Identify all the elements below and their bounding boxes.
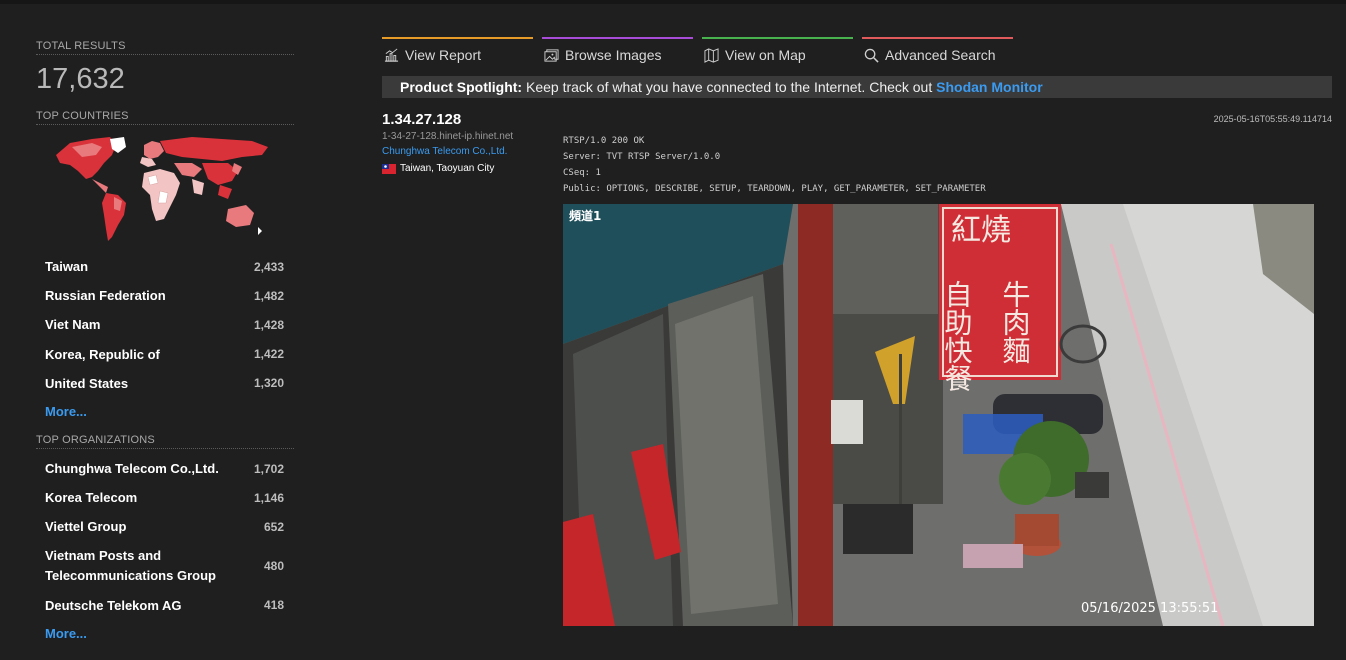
- org-count: 1,702: [253, 461, 284, 476]
- country-row-korea[interactable]: Korea, Republic of 1,422: [36, 340, 294, 369]
- country-count: 1,320: [253, 376, 284, 391]
- result-hostname: 1-34-27-128.hinet-ip.hinet.net: [382, 131, 514, 142]
- camera-channel-label: 頻道1: [569, 208, 601, 223]
- org-name[interactable]: Deutsche Telekom AG: [45, 598, 182, 613]
- result-org-link[interactable]: Chunghwa Telecom Co.,Ltd.: [382, 146, 507, 157]
- country-count: 1,422: [253, 347, 284, 362]
- world-map[interactable]: [36, 133, 294, 247]
- spotlight-label: Product Spotlight:: [400, 79, 523, 95]
- country-row-taiwan[interactable]: Taiwan 2,433: [36, 252, 294, 281]
- sign-text-right: 自助快餐: [941, 280, 974, 392]
- country-name[interactable]: Taiwan: [45, 259, 88, 274]
- country-name[interactable]: Russian Federation: [45, 288, 166, 303]
- sign-text-right-2: 牛肉麵: [999, 280, 1032, 364]
- organization-list: Chunghwa Telecom Co.,Ltd. 1,702 Korea Te…: [36, 454, 294, 648]
- top-bar: [0, 0, 1346, 4]
- country-count: 1,482: [253, 288, 284, 303]
- map-icon: [704, 47, 719, 63]
- images-icon: [544, 48, 559, 62]
- country-name[interactable]: Korea, Republic of: [45, 347, 160, 362]
- org-count: 418: [263, 598, 284, 613]
- org-row-korea-telecom[interactable]: Korea Telecom 1,146: [36, 483, 294, 512]
- tab-view-report[interactable]: View Report: [382, 37, 533, 67]
- spotlight-text: Keep track of what you have connected to…: [522, 79, 937, 95]
- taiwan-flag-icon: [382, 163, 396, 174]
- tab-advanced-search[interactable]: Advanced Search: [862, 37, 1013, 67]
- tab-label: View on Map: [725, 47, 806, 63]
- country-name[interactable]: United States: [45, 376, 128, 391]
- search-icon: [864, 48, 879, 63]
- tab-label: Browse Images: [565, 47, 662, 63]
- tab-label: Advanced Search: [885, 47, 996, 63]
- result-location: Taiwan, Taoyuan City: [382, 163, 494, 174]
- camera-overlay-timestamp: 05/16/2025 13:55:51: [1081, 601, 1218, 616]
- org-row-vnpt[interactable]: Vietnam Posts and Telecommunications Gro…: [36, 542, 294, 591]
- country-row-russia[interactable]: Russian Federation 1,482: [36, 281, 294, 310]
- total-results-label: TOTAL RESULTS: [36, 40, 294, 55]
- org-name[interactable]: Korea Telecom: [45, 490, 137, 505]
- country-row-vietnam[interactable]: Viet Nam 1,428: [36, 310, 294, 339]
- total-results-value: 17,632: [36, 63, 125, 95]
- org-count: 480: [263, 559, 284, 573]
- org-row-deutsche-telekom[interactable]: Deutsche Telekom AG 418: [36, 591, 294, 620]
- org-name[interactable]: Chunghwa Telecom Co.,Ltd.: [45, 461, 219, 476]
- result-timestamp: 2025-05-16T05:55:49.114714: [1213, 114, 1332, 124]
- top-countries-label: TOP COUNTRIES: [36, 110, 294, 125]
- tab-browse-images[interactable]: Browse Images: [542, 37, 693, 67]
- top-organizations-label: TOP ORGANIZATIONS: [36, 434, 294, 449]
- org-name[interactable]: Vietnam Posts and Telecommunications Gro…: [45, 546, 235, 586]
- org-name[interactable]: Viettel Group: [45, 519, 126, 534]
- organizations-more-link[interactable]: More...: [36, 620, 294, 648]
- country-row-united-states[interactable]: United States 1,320: [36, 369, 294, 398]
- country-list: Taiwan 2,433 Russian Federation 1,482 Vi…: [36, 252, 294, 426]
- org-row-viettel[interactable]: Viettel Group 652: [36, 512, 294, 541]
- result-city: , Taoyuan City: [431, 163, 495, 174]
- sidebar: TOTAL RESULTS 17,632 TOP COUNTRIES Taiwa…: [36, 40, 294, 648]
- shodan-monitor-link[interactable]: Shodan Monitor: [936, 79, 1043, 95]
- tab-label: View Report: [405, 47, 482, 63]
- product-spotlight-banner: Product Spotlight: Keep track of what yo…: [382, 76, 1332, 98]
- camera-screenshot[interactable]: 紅燒 自助快餐 牛肉麵 頻道1 05/16/2025 13:55:51: [563, 204, 1314, 626]
- result-country-link[interactable]: Taiwan: [400, 163, 431, 174]
- camera-image: 紅燒 自助快餐 牛肉麵 頻道1 05/16/2025 13:55:51: [563, 204, 1314, 626]
- service-banner: RTSP/1.0 200 OK Server: TVT RTSP Server/…: [563, 136, 986, 194]
- sign-text-left: 紅燒: [951, 213, 1011, 248]
- country-count: 1,428: [253, 317, 284, 332]
- tab-view-on-map[interactable]: View on Map: [702, 37, 853, 67]
- result-tabs: View Report Browse Images View on Map Ad…: [382, 37, 1013, 67]
- org-row-chunghwa[interactable]: Chunghwa Telecom Co.,Ltd. 1,702: [36, 454, 294, 483]
- countries-more-link[interactable]: More...: [36, 398, 294, 426]
- result-ip-link[interactable]: 1.34.27.128: [382, 111, 461, 128]
- chart-icon: [384, 48, 399, 62]
- org-count: 652: [263, 519, 284, 534]
- org-count: 1,146: [253, 490, 284, 505]
- country-name[interactable]: Viet Nam: [45, 317, 100, 332]
- country-count: 2,433: [253, 259, 284, 274]
- world-map-icon: [56, 137, 268, 241]
